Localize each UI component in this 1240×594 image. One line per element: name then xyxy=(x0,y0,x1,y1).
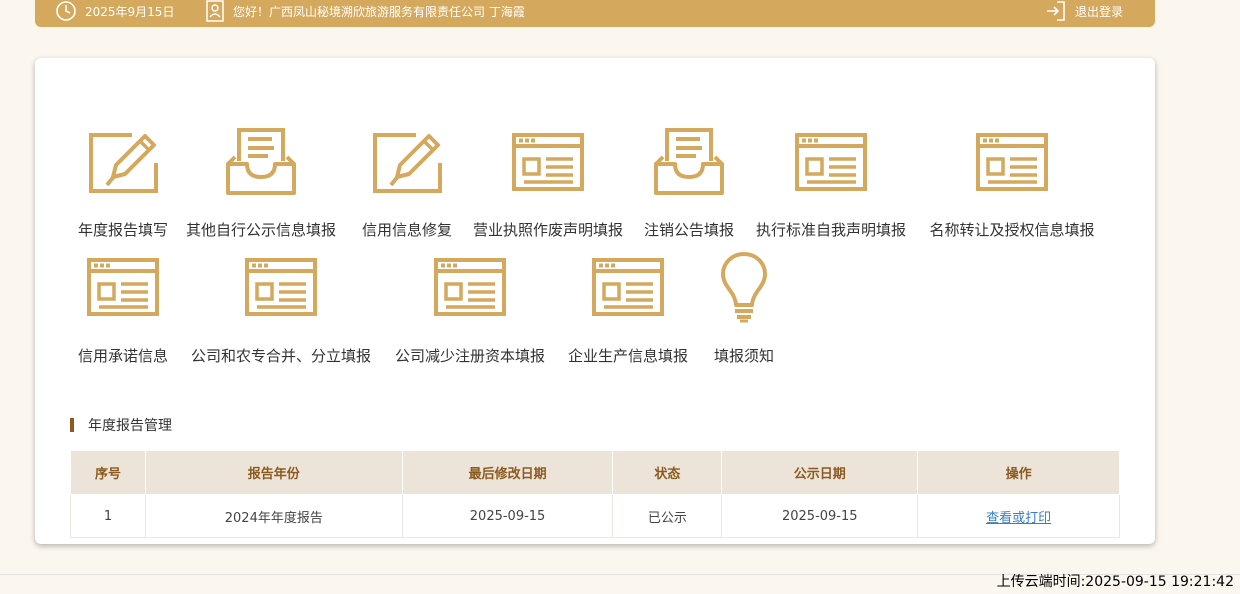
logout-icon xyxy=(1047,1,1065,21)
table-row: 1 2024年年度报告 2025-09-15 已公示 2025-09-15 查看… xyxy=(70,494,1120,538)
user-badge-icon xyxy=(206,0,224,22)
col-index-header: 序号 xyxy=(70,450,146,495)
tile-label[interactable]: 填报须知 xyxy=(624,345,864,366)
section-title: 年度报告管理 xyxy=(70,415,172,435)
report-table: 序号 报告年份 最后修改日期 状态 公示日期 操作 1 2024年年度报告 20… xyxy=(70,450,1120,538)
greeting: 您好！广西凤山秘境溯欣旅游服务有限责任公司 丁海霞 xyxy=(205,0,525,22)
row-action-cell: 查看或打印 xyxy=(917,494,1120,538)
col-modified-header: 最后修改日期 xyxy=(401,450,614,495)
tile-lightbulb-r2-4[interactable]: 填报须知 xyxy=(624,58,864,378)
clock-icon xyxy=(56,1,76,21)
logout-button[interactable]: 退出登录 xyxy=(1045,0,1123,22)
greeting-text: 您好！广西凤山秘境溯欣旅游服务有限责任公司 丁海霞 xyxy=(233,4,525,19)
col-status-header: 状态 xyxy=(612,450,723,495)
lightbulb-icon xyxy=(720,251,768,327)
col-action-header: 操作 xyxy=(917,450,1120,495)
section-title-text: 年度报告管理 xyxy=(88,418,172,434)
date-display: 2025年9月15日 xyxy=(55,0,174,22)
browser-window-icon xyxy=(244,257,318,321)
row-status: 已公示 xyxy=(612,494,723,538)
row-index: 1 xyxy=(70,494,146,538)
row-modified: 2025-09-15 xyxy=(401,494,614,538)
main-panel: 年度报告填写 其他自行公示信息填报 信用信息修复 营业执照作废声明填报 注销公告填报 执行… xyxy=(35,58,1155,544)
logout-label[interactable]: 退出登录 xyxy=(1075,3,1123,20)
tile-label[interactable]: 名称转让及授权信息填报 xyxy=(892,219,1132,240)
browser-window-icon xyxy=(433,257,507,321)
col-year-header: 报告年份 xyxy=(144,450,403,495)
row-publish-date: 2025-09-15 xyxy=(721,494,919,538)
tile-browser-window-r1-6[interactable]: 名称转让及授权信息填报 xyxy=(892,58,1132,378)
section-marker xyxy=(70,418,74,432)
browser-window-icon xyxy=(86,257,160,321)
browser-window-icon xyxy=(975,132,1049,196)
upload-time: 上传云端时间:2025-09-15 19:21:42 xyxy=(996,574,1234,590)
top-bar: 2025年9月15日 您好！广西凤山秘境溯欣旅游服务有限责任公司 丁海霞 退出登… xyxy=(35,0,1155,27)
col-publish-header: 公示日期 xyxy=(721,450,919,495)
row-year: 2024年年度报告 xyxy=(144,494,403,538)
view-print-link[interactable]: 查看或打印 xyxy=(986,511,1051,526)
date-text: 2025年9月15日 xyxy=(85,4,175,19)
table-header-row: 序号 报告年份 最后修改日期 状态 公示日期 操作 xyxy=(70,450,1120,495)
